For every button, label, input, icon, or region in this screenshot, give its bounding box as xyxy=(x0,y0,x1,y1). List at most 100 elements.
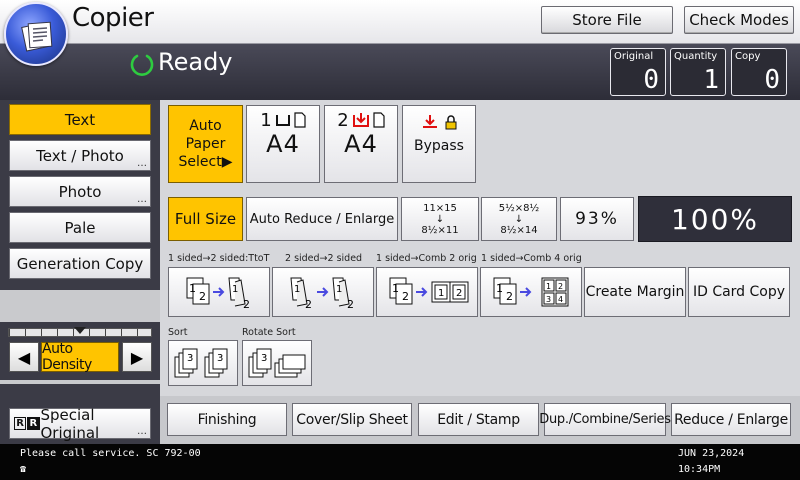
svg-text:1: 1 xyxy=(546,282,551,291)
special-original-label: Special Original xyxy=(40,405,100,442)
rotate-sort-button[interactable]: 3 xyxy=(242,340,312,386)
tray-number: 2 xyxy=(337,109,349,131)
duplex-label-3: 1 sided→Comb 2 orig xyxy=(376,253,477,264)
counter-label: Quantity xyxy=(674,51,718,62)
combine-2-icon: 12 12 xyxy=(389,277,469,305)
duplex-2to2-icon: 12 12 xyxy=(290,277,354,311)
tray-feed-icon xyxy=(352,113,369,127)
svg-text:2: 2 xyxy=(305,298,312,311)
mode-label: Photo xyxy=(58,182,102,201)
header-bar: Copier Store File Check Modes xyxy=(0,0,800,44)
auto-paper-line1: Auto Paper xyxy=(185,118,226,152)
status-band: Ready Original 0 Quantity 1 Copy 0 xyxy=(0,44,800,100)
ratio-to: 8½×14 xyxy=(500,224,538,236)
svg-text:2: 2 xyxy=(243,298,250,311)
bypass-tray-button[interactable]: Bypass xyxy=(402,105,476,183)
svg-text:1: 1 xyxy=(294,284,300,295)
density-darker-button[interactable]: ▶ xyxy=(122,342,152,372)
svg-text:3: 3 xyxy=(546,295,551,304)
svg-text:2: 2 xyxy=(506,290,513,303)
copier-logo-icon xyxy=(4,2,68,66)
tray-1-button[interactable]: 1 A4 xyxy=(246,105,320,183)
auto-reduce-enlarge-button[interactable]: Auto Reduce / Enlarge xyxy=(246,197,398,241)
create-margin-button[interactable]: Create Margin xyxy=(584,267,686,317)
density-lighter-button[interactable]: ◀ xyxy=(9,342,39,372)
phone-icon: ☎ xyxy=(20,464,27,475)
tray-2-button[interactable]: 2 A4 xyxy=(324,105,398,183)
mode-generation-copy-button[interactable]: Generation Copy xyxy=(9,248,151,279)
system-status-bar: Please call service. SC 792-00 ☎ JUN 23,… xyxy=(0,444,800,480)
duplex-1to2-icon: 12 12 xyxy=(186,277,250,311)
app-title: Copier xyxy=(72,3,154,33)
full-size-button[interactable]: Full Size xyxy=(168,197,243,241)
id-card-copy-button[interactable]: ID Card Copy xyxy=(688,267,790,317)
duplex-label-4: 1 sided→Comb 4 orig xyxy=(481,253,582,264)
duplex-2to2-button[interactable]: 12 12 xyxy=(272,267,374,317)
duplex-label-2: 2 sided→2 sided xyxy=(285,253,363,264)
check-modes-button[interactable]: Check Modes xyxy=(684,6,794,34)
ratio-from: 5½×8½ xyxy=(498,202,540,214)
duplex-label-1: 1 sided→2 sided:TtoT xyxy=(168,253,270,264)
tab-reduce-enlarge[interactable]: Reduce / Enlarge xyxy=(671,403,791,436)
ratio-arrow-icon: ↓ xyxy=(514,213,524,225)
density-indicator-icon xyxy=(74,327,86,334)
svg-text:3: 3 xyxy=(187,353,193,364)
svg-text:2: 2 xyxy=(558,282,563,291)
bypass-label: Bypass xyxy=(414,138,464,154)
mode-photo-button[interactable]: Photo … xyxy=(9,176,151,207)
ratio-from: 11×15 xyxy=(423,202,457,214)
tab-dup-combine-series[interactable]: Dup./Combine/Series xyxy=(539,403,671,436)
mode-text-photo-button[interactable]: Text / Photo … xyxy=(9,140,151,171)
ratio-preset-1-button[interactable]: 11×15 ↓ 8½×11 xyxy=(401,197,479,241)
sort-icon: 3 3 xyxy=(174,348,228,378)
lock-icon xyxy=(445,114,457,129)
ready-ring-icon xyxy=(130,54,154,76)
tab-cover-slip-sheet[interactable]: Cover/Slip Sheet xyxy=(292,403,412,436)
tray-paper-size: A4 xyxy=(344,130,378,158)
ratio-preset-2-button[interactable]: 5½×8½ ↓ 8½×14 xyxy=(481,197,557,241)
ratio-arrow-icon: ↓ xyxy=(435,213,445,225)
date-display: JUN 23,2024 xyxy=(678,448,745,459)
combine-2-button[interactable]: 12 12 xyxy=(376,267,478,317)
svg-text:3: 3 xyxy=(217,353,223,364)
sort-button[interactable]: 3 3 xyxy=(168,340,238,386)
tray-number: 1 xyxy=(260,109,272,131)
svg-text:1: 1 xyxy=(232,284,238,295)
more-icon: … xyxy=(137,426,147,437)
mode-text-button[interactable]: Text xyxy=(9,104,151,135)
tray-paper-size: A4 xyxy=(266,130,300,158)
special-original-button[interactable]: RR Special Original … xyxy=(9,405,151,442)
auto-paper-select-button[interactable]: Auto Paper Select▶ xyxy=(168,105,243,183)
auto-paper-line2: Select▶ xyxy=(178,154,233,170)
svg-text:1: 1 xyxy=(336,284,342,295)
paper-portrait-icon xyxy=(373,112,385,128)
svg-text:1: 1 xyxy=(189,282,196,295)
original-orientation-icon: R xyxy=(14,417,27,430)
svg-text:3: 3 xyxy=(261,353,267,364)
duplex-1to2-button[interactable]: 12 12 xyxy=(168,267,270,317)
sort-label: Sort xyxy=(168,327,188,338)
tab-finishing[interactable]: Finishing xyxy=(167,403,287,436)
original-orientation-icon: R xyxy=(27,417,40,430)
tab-edit-stamp[interactable]: Edit / Stamp xyxy=(418,403,539,436)
counter-value: 0 xyxy=(643,65,659,95)
svg-text:1: 1 xyxy=(392,282,399,295)
mode-pale-button[interactable]: Pale xyxy=(9,212,151,243)
store-file-button[interactable]: Store File xyxy=(541,6,673,34)
svg-text:1: 1 xyxy=(438,288,444,299)
svg-text:2: 2 xyxy=(347,298,354,311)
status-text: Ready xyxy=(158,48,233,76)
rotate-sort-label: Rotate Sort xyxy=(242,327,296,338)
svg-text:2: 2 xyxy=(199,290,206,303)
service-message: Please call service. SC 792-00 xyxy=(20,448,201,459)
combine-4-icon: 12 12 34 xyxy=(493,277,569,307)
quantity-counter: Quantity 1 xyxy=(670,48,726,96)
auto-density-button[interactable]: Auto Density xyxy=(41,341,119,373)
mode-label: Text / Photo xyxy=(36,146,124,165)
more-icon: … xyxy=(137,194,147,205)
preset-93-button[interactable]: 93% xyxy=(560,197,634,241)
svg-text:4: 4 xyxy=(558,295,563,304)
combine-4-button[interactable]: 12 12 34 xyxy=(480,267,582,317)
svg-text:1: 1 xyxy=(496,282,503,295)
ratio-to: 8½×11 xyxy=(421,224,459,236)
